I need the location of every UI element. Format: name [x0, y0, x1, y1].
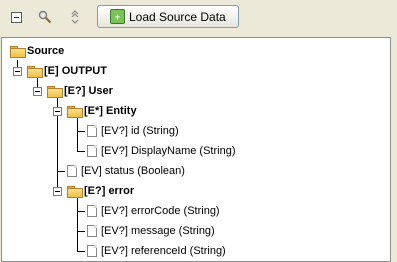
- tree-node-error[interactable]: [E?] error: [67, 182, 134, 200]
- collapse-toggle-entity[interactable]: [53, 107, 62, 116]
- tree-connector: [77, 131, 85, 132]
- field-icon: [87, 205, 97, 217]
- tree-node-entity[interactable]: [E*] Entity: [67, 102, 137, 120]
- tree-node-label: [EV] status (Boolean): [81, 165, 185, 177]
- folder-icon: [10, 45, 26, 58]
- tree-connector: [77, 196, 78, 252]
- collapse-toggle-error[interactable]: [53, 187, 62, 196]
- tree-node-label: [E*] Entity: [84, 105, 137, 117]
- tree-node-label: [E?] error: [84, 185, 135, 197]
- collapse-toggle-user[interactable]: [33, 87, 42, 96]
- tree-connector: [77, 151, 85, 152]
- field-icon: [67, 165, 77, 177]
- tree-node-label: [EV?] errorCode (String): [101, 205, 220, 217]
- expand-icon: [71, 10, 79, 24]
- tree-connector: [77, 231, 85, 232]
- tree-node-status[interactable]: [EV] status (Boolean): [67, 162, 185, 180]
- field-icon: [87, 145, 97, 157]
- tree-node-source[interactable]: Source: [10, 42, 64, 60]
- folder-icon: [47, 85, 63, 98]
- tree-node-label: [EV?] DisplayName (String): [101, 145, 236, 157]
- expand-all-button[interactable]: [66, 8, 84, 26]
- tree-node-reference-id[interactable]: [EV?] referenceId (String): [87, 242, 226, 260]
- field-icon: [87, 125, 97, 137]
- tree-node-label: [EV?] id (String): [101, 125, 179, 137]
- tree-node-error-code[interactable]: [EV?] errorCode (String): [87, 202, 220, 220]
- tree-node-user[interactable]: [E?] User: [47, 82, 113, 100]
- tree-connector: [57, 171, 65, 172]
- tree-node-id[interactable]: [EV?] id (String): [87, 122, 179, 140]
- toolbar: + Load Source Data: [0, 0, 397, 36]
- folder-icon: [67, 105, 83, 118]
- collapse-toggle-output[interactable]: [13, 67, 22, 76]
- tree-connector: [77, 116, 78, 152]
- tree-node-display-name[interactable]: [EV?] DisplayName (String): [87, 142, 236, 160]
- search-button[interactable]: [36, 8, 54, 26]
- field-icon: [87, 245, 97, 257]
- tree-node-label: Source: [27, 45, 65, 57]
- search-icon: [38, 10, 52, 24]
- tree-connector: [77, 251, 85, 252]
- tree-node-message[interactable]: [EV?] message (String): [87, 222, 215, 240]
- tree-connector: [77, 211, 85, 212]
- tree-node-label: [E] OUTPUT: [44, 65, 107, 77]
- tree-node-output[interactable]: [E] OUTPUT: [27, 62, 107, 80]
- field-icon: [87, 225, 97, 237]
- tree-node-label: [E?] User: [64, 85, 113, 97]
- folder-icon: [27, 65, 43, 78]
- source-tree[interactable]: Source [E] OUTPUT [E?] User [E*] Entity …: [1, 37, 391, 262]
- folder-icon: [67, 185, 83, 198]
- tree-node-label: [EV?] referenceId (String): [101, 245, 226, 257]
- load-source-data-button[interactable]: + Load Source Data: [97, 5, 239, 28]
- scrollbar[interactable]: [391, 37, 397, 262]
- collapse-all-button[interactable]: [7, 8, 25, 26]
- load-source-data-label: Load Source Data: [129, 9, 226, 24]
- load-data-icon: +: [110, 9, 125, 24]
- collapse-icon: [10, 11, 22, 23]
- tree-node-label: [EV?] message (String): [101, 225, 215, 237]
